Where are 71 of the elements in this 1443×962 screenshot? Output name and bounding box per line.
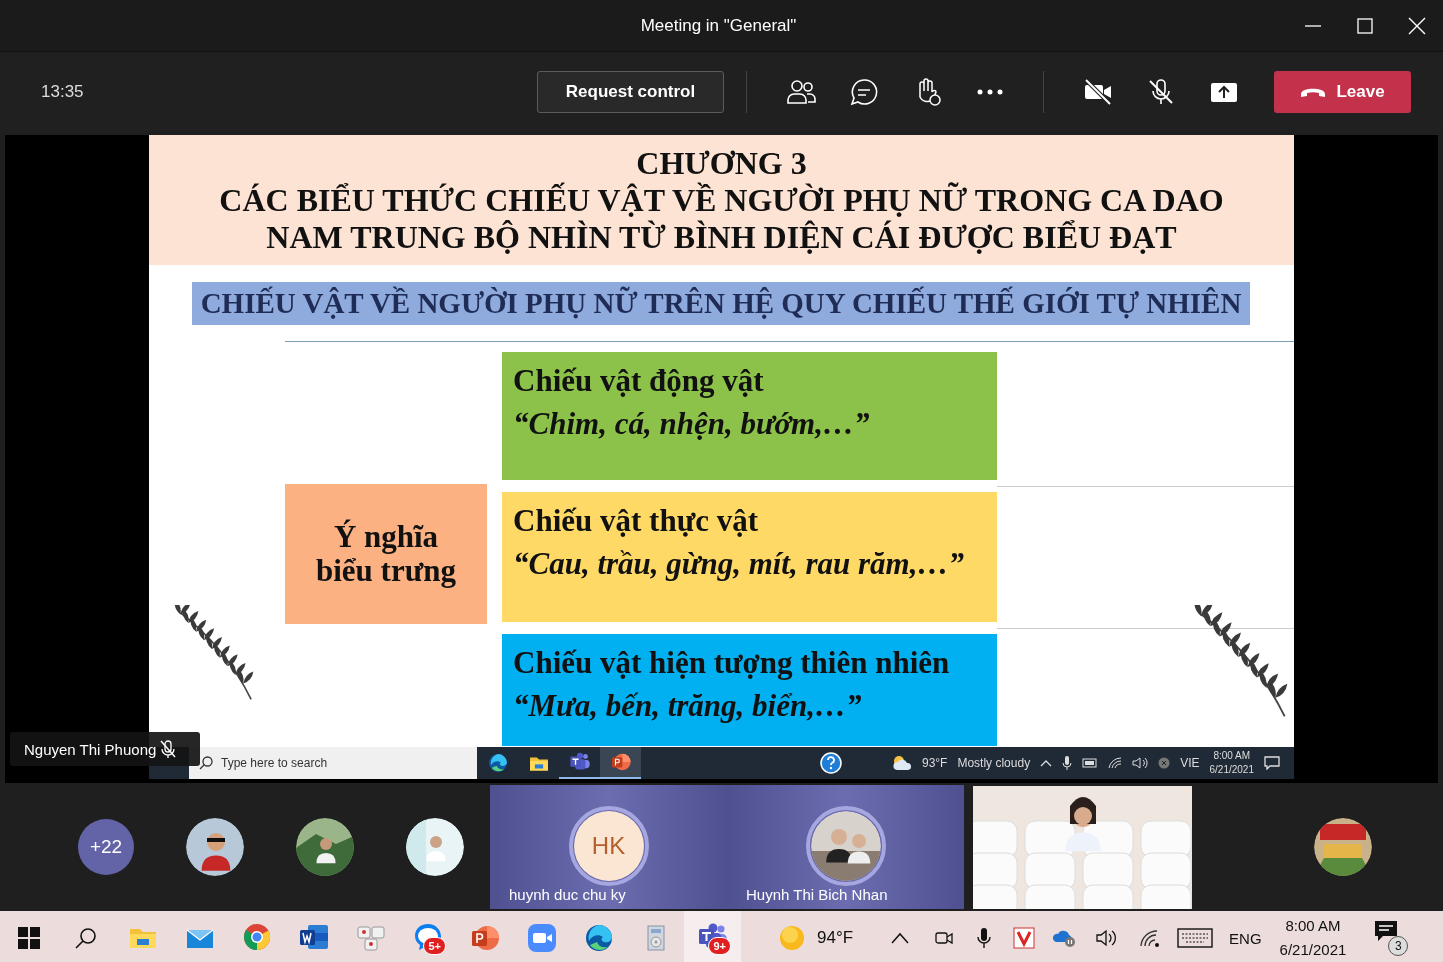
clock-time: 8:00 AM: [1285, 916, 1341, 936]
sun-icon: [779, 925, 805, 951]
category-examples: “Mưa, bến, trăng, biển,…”: [513, 686, 863, 725]
search-icon: [74, 927, 97, 949]
people-icon: [785, 77, 816, 107]
notification-badge: 5+: [423, 937, 446, 955]
notification-count: 3: [1388, 936, 1409, 956]
clock-date: 6/21/2021: [1279, 940, 1347, 960]
message-icon: [1374, 920, 1399, 942]
phone-hangup-icon: [1300, 86, 1327, 98]
category-examples: “Chim, cá, nhện, bướm,…”: [513, 404, 871, 443]
video-camera-icon: [525, 922, 558, 954]
chevron-up-icon: [1040, 759, 1053, 767]
window-title: Meeting in "General": [640, 15, 797, 35]
notification-center-button[interactable]: 3: [1374, 920, 1405, 956]
category-examples: “Cau, trầu, gừng, mít, rau răm,…”: [513, 544, 965, 583]
error-circle-icon: [1158, 757, 1171, 769]
powerpoint-icon: [609, 751, 632, 773]
meeting-timer: 13:35: [41, 82, 85, 102]
maximize-icon: [1357, 17, 1373, 34]
teams-icon: [568, 751, 591, 773]
wifi-icon: [1108, 757, 1123, 769]
weather-temperature: 94°F: [817, 928, 854, 948]
search-placeholder: Type here to search: [221, 756, 328, 770]
notification-icon: [1264, 756, 1280, 770]
cloud-sun-icon: [891, 755, 912, 771]
taskbar-app-button[interactable]: 5+: [399, 911, 456, 962]
chapter-title: CHƯƠNG 3: [636, 145, 807, 181]
input-language[interactable]: ENG: [1229, 929, 1262, 947]
weather-text: Mostly cloudy: [957, 756, 1031, 770]
more-icon: [976, 88, 1003, 96]
cloud-paused-icon: [1053, 928, 1078, 948]
section-title: CHIẾU VẬT VỀ NGƯỜI PHỤ NỮ TRÊN HỆ QUY CHIẾU THẾ GIỚI TỰ NHIÊN: [200, 287, 1242, 320]
help-icon: [819, 752, 842, 774]
slide-title-line: NAM TRUNG BỘ NHÌN TỪ BÌNH DIỆN CÁI ĐƯỢC BIỂU ĐẠT: [266, 219, 1177, 255]
initials-avatar: HK: [573, 811, 644, 881]
camera-off-icon: [1082, 77, 1113, 107]
clock-time: 8:00 AM: [1213, 749, 1251, 763]
more-participants-button[interactable]: +22: [78, 819, 134, 875]
close-icon: [1408, 16, 1426, 35]
taskbar-app-button[interactable]: [600, 747, 641, 779]
minimize-icon: [1305, 24, 1321, 27]
category-heading: Chiếu vật hiện tượng thiên nhiên: [513, 644, 951, 682]
chevron-up-icon: [891, 932, 910, 944]
participant-name: Huynh Thi Bich Nhan: [746, 886, 888, 903]
chat-icon: [848, 77, 879, 107]
participant-name: huynh duc chu ky: [509, 886, 626, 903]
search-field[interactable]: Type here to search: [189, 747, 477, 779]
share-tray-icon: [1209, 80, 1238, 104]
battery-icon: [1082, 758, 1099, 768]
category-heading: Chiếu vật thực vật: [513, 502, 760, 540]
v-logo-icon: [1013, 927, 1036, 949]
windows-logo-icon: [17, 927, 40, 949]
keyboard-icon: [1177, 928, 1214, 948]
wifi-icon: [1139, 929, 1162, 947]
slide-title-line: CÁC BIỂU THỨC CHIẾU VẬT VỀ NGƯỜI PHỤ NỮ TRONG CA DAO: [219, 182, 1224, 218]
microphone-icon: [977, 927, 992, 949]
meaning-label: Ý nghĩa biểu trưng: [315, 520, 457, 588]
clock-date: 6/21/2021: [1209, 763, 1254, 777]
request-control-button[interactable]: Request control: [537, 71, 724, 113]
taskbar-app-button[interactable]: 9+: [684, 911, 741, 962]
input-language[interactable]: VIE: [1180, 756, 1200, 770]
leave-button[interactable]: Leave: [1274, 71, 1411, 113]
presenter-name: Nguyen Thi Phuong: [24, 740, 157, 758]
search-icon: [199, 756, 213, 770]
speaker-icon: [1132, 757, 1149, 769]
category-heading: Chiếu vật động vật: [513, 362, 765, 400]
notification-badge: 9+: [708, 937, 731, 955]
microphone-icon: [1062, 756, 1073, 770]
edge-icon: [486, 752, 509, 774]
weather-temperature: 93°F: [921, 756, 948, 770]
